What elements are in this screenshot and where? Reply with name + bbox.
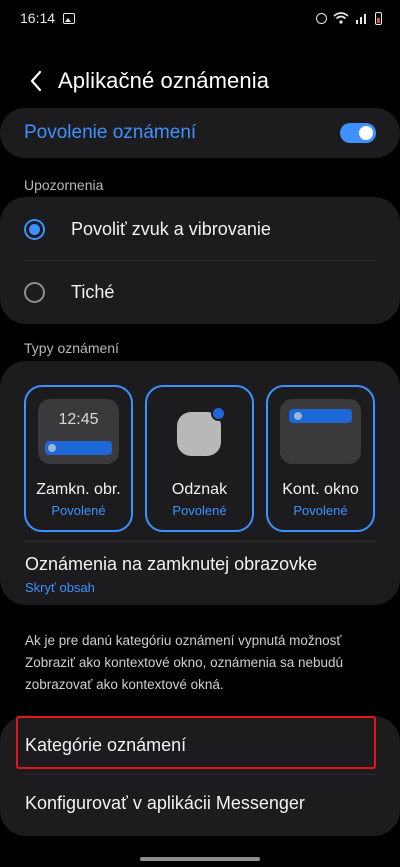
tile-status: Povolené — [293, 503, 348, 518]
configure-in-messenger-row[interactable]: Konfigurovať v aplikácii Messenger — [0, 774, 400, 832]
tile-status: Povolené — [172, 503, 227, 518]
allow-notifications-toggle[interactable] — [340, 123, 376, 143]
lock-preview-time: 12:45 — [58, 411, 99, 428]
type-tile-lock-screen[interactable]: 12:45 Zamkn. obr. Povolené — [24, 385, 133, 532]
tile-label: Zamkn. obr. — [36, 481, 121, 498]
bottom-card: Kategórie oznámení Konfigurovať v apliká… — [0, 716, 400, 836]
chevron-left-icon — [30, 70, 42, 92]
alerts-section-label: Upozornenia — [24, 177, 104, 193]
wifi-icon — [333, 12, 349, 24]
badge-dot-icon — [211, 406, 226, 421]
type-tile-popup[interactable]: Kont. okno Povolené — [266, 385, 375, 532]
popup-preview — [280, 399, 361, 464]
status-bar: 16:14 — [0, 0, 400, 36]
navigation-handle[interactable] — [140, 857, 260, 861]
toggle-knob — [359, 126, 373, 140]
app-bar: Aplikačné oznámenia — [0, 56, 400, 106]
alarm-icon — [316, 12, 327, 24]
lock-screen-notifications-row[interactable]: Oznámenia na zamknutej obrazovke Skryť o… — [0, 548, 400, 605]
page-title: Aplikačné oznámenia — [58, 68, 270, 93]
radio-sound[interactable] — [24, 218, 45, 240]
notification-dot — [48, 444, 56, 452]
divider — [24, 541, 376, 542]
radio-dot — [29, 223, 40, 235]
notification-dot — [294, 412, 302, 420]
popup-info-text: Ak je pre danú kategóriu oznámení vypnut… — [25, 633, 344, 692]
alert-option-sound-label: Povoliť zvuk a vibrovanie — [71, 218, 271, 239]
alerts-card: Povoliť zvuk a vibrovanie Tiché — [0, 197, 400, 324]
alert-option-sound[interactable]: Povoliť zvuk a vibrovanie — [0, 198, 400, 260]
tile-label: Kont. okno — [282, 481, 359, 498]
status-time: 16:14 — [20, 10, 56, 26]
type-tile-badge[interactable]: Odznak Povolené — [145, 385, 254, 532]
popup-bar — [289, 409, 352, 423]
allow-notifications-row[interactable]: Povolenie oznámení — [0, 108, 400, 158]
allow-notifications-label: Povolenie oznámení — [24, 122, 197, 143]
configure-in-messenger-label: Konfigurovať v aplikácii Messenger — [25, 792, 305, 813]
alert-option-silent-label: Tiché — [71, 281, 115, 302]
types-section-label: Typy oznámení — [24, 340, 119, 356]
notification-categories-label: Kategórie oznámení — [25, 734, 187, 755]
alert-option-silent[interactable]: Tiché — [0, 261, 400, 323]
signal-icon — [356, 14, 366, 24]
gallery-icon — [63, 12, 76, 24]
lock-screen-preview: 12:45 — [38, 399, 119, 464]
tile-label: Odznak — [171, 481, 228, 498]
back-button[interactable] — [16, 61, 56, 101]
types-card: 12:45 Zamkn. obr. Povolené Odznak Povole… — [0, 361, 400, 605]
battery-icon — [375, 11, 382, 25]
lock-preview-notification — [45, 441, 112, 455]
tile-status: Povolené — [51, 503, 106, 518]
lock-screen-notifications-value: Skryť obsah — [25, 580, 95, 595]
status-right — [316, 11, 382, 25]
notification-categories-row[interactable]: Kategórie oznámení — [0, 716, 400, 774]
lock-screen-notifications-title: Oznámenia na zamknutej obrazovke — [25, 554, 318, 574]
status-left: 16:14 — [20, 10, 76, 26]
radio-silent[interactable] — [24, 281, 45, 303]
screen: 16:14 Aplikačné oznámenia Povolenie ozná… — [0, 0, 400, 867]
